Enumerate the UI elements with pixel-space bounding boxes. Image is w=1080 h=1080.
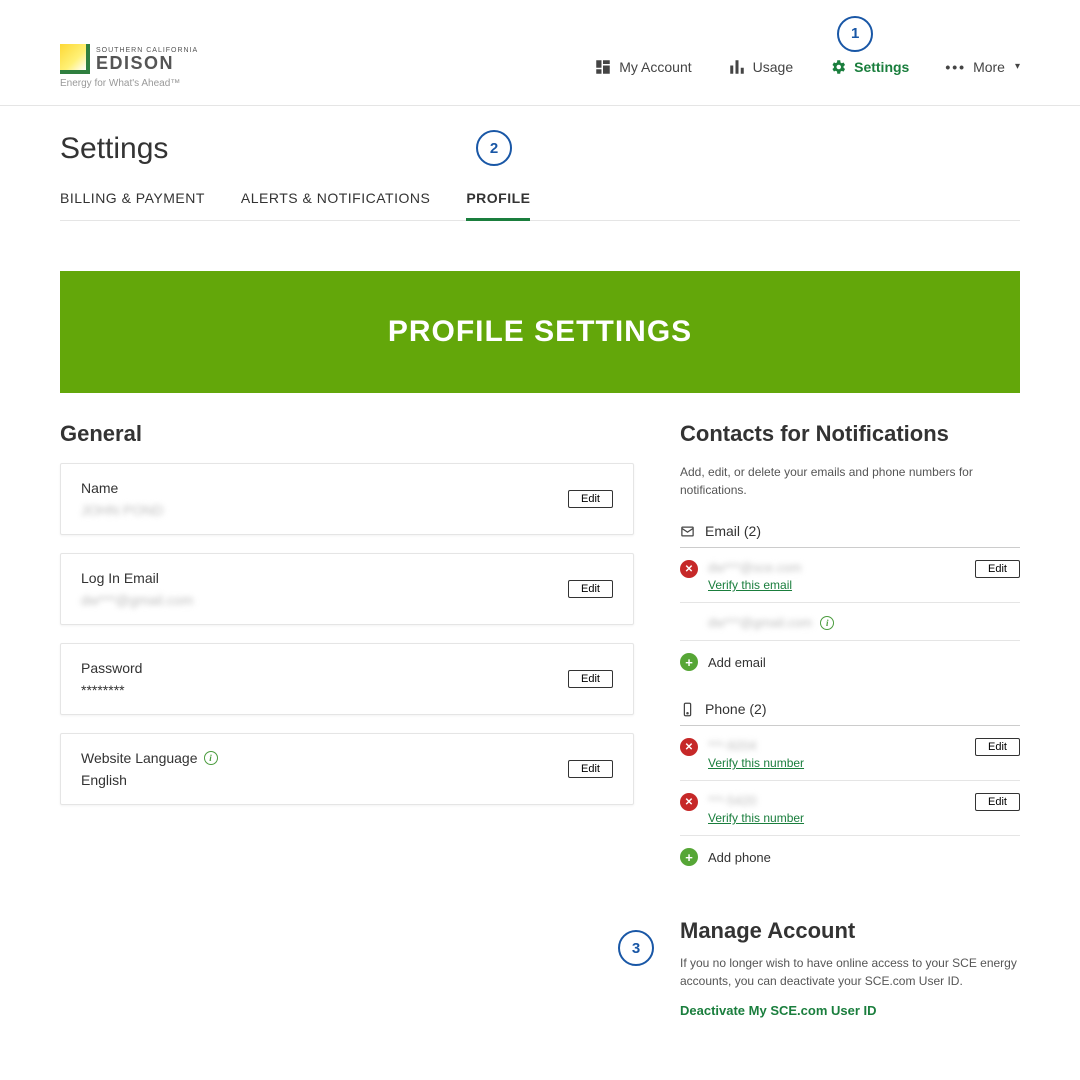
- add-phone-button[interactable]: + Add phone: [680, 836, 1020, 870]
- phone-2-value: ***-5420: [708, 793, 804, 808]
- general-section: General Name JOHN POND Edit Log In Email…: [60, 421, 634, 1020]
- manage-account-title: Manage Account: [680, 918, 1020, 944]
- logo-mark-icon: [60, 44, 90, 74]
- page-title: Settings: [60, 132, 1020, 166]
- email-header-text: Email (2): [705, 523, 761, 539]
- add-phone-label: Add phone: [708, 850, 771, 865]
- verify-email-1-link[interactable]: Verify this email: [708, 578, 801, 592]
- email-row-2: dw***@gmail.com i: [680, 603, 1020, 641]
- gear-icon: [829, 58, 847, 76]
- delete-phone-icon[interactable]: ✕: [680, 793, 698, 811]
- nav-settings[interactable]: Settings 1: [829, 58, 909, 76]
- verify-phone-1-link[interactable]: Verify this number: [708, 756, 804, 770]
- edit-login-email-button[interactable]: Edit: [568, 580, 613, 598]
- settings-tabs: BILLING & PAYMENT ALERTS & NOTIFICATIONS…: [60, 180, 1020, 221]
- language-value: English: [81, 772, 218, 788]
- tab-profile-label: PROFILE: [466, 190, 530, 206]
- nav-settings-label: Settings: [854, 59, 909, 75]
- nav-usage[interactable]: Usage: [728, 58, 793, 76]
- contacts-title: Contacts for Notifications: [680, 421, 1020, 447]
- add-email-button[interactable]: + Add email: [680, 641, 1020, 675]
- bar-chart-icon: [728, 58, 746, 76]
- name-value: JOHN POND: [81, 502, 163, 518]
- edit-language-button[interactable]: Edit: [568, 760, 613, 778]
- delete-email-icon[interactable]: ✕: [680, 560, 698, 578]
- phone-icon: [680, 702, 695, 717]
- general-name-card: Name JOHN POND Edit: [60, 463, 634, 535]
- general-language-card: Website Language i English Edit: [60, 733, 634, 805]
- nav-more[interactable]: ••• More ▾: [945, 59, 1020, 75]
- callout-badge-3: 3: [618, 930, 654, 966]
- email-group-header: Email (2): [680, 517, 1020, 548]
- chevron-down-icon: ▾: [1015, 61, 1020, 72]
- manage-account-section: 3 Manage Account If you no longer wish t…: [680, 918, 1020, 1020]
- logo-brand: EDISON: [96, 54, 198, 72]
- edit-phone-2-button[interactable]: Edit: [975, 793, 1020, 811]
- phone-group-header: Phone (2): [680, 695, 1020, 726]
- general-password-card: Password ******** Edit: [60, 643, 634, 715]
- profile-settings-banner: PROFILE SETTINGS: [60, 271, 1020, 393]
- name-label: Name: [81, 480, 163, 496]
- edit-phone-1-button[interactable]: Edit: [975, 738, 1020, 756]
- logo-tagline: Energy for What's Ahead™: [60, 78, 198, 89]
- primary-nav: My Account Usage Settings 1 ••• More ▾: [594, 58, 1020, 76]
- language-label: Website Language i: [81, 750, 218, 766]
- login-email-label: Log In Email: [81, 570, 193, 586]
- phone-1-value: ***-9204: [708, 738, 804, 753]
- email-2-value: dw***@gmail.com: [708, 615, 812, 630]
- delete-phone-icon[interactable]: ✕: [680, 738, 698, 756]
- logo[interactable]: SOUTHERN CALIFORNIA EDISON Energy for Wh…: [60, 44, 198, 89]
- envelope-icon: [680, 524, 695, 539]
- contacts-section: Contacts for Notifications Add, edit, or…: [680, 421, 1020, 1020]
- top-bar: SOUTHERN CALIFORNIA EDISON Energy for Wh…: [0, 20, 1080, 99]
- nav-my-account-label: My Account: [619, 59, 691, 75]
- email-1-value: dw***@sce.com: [708, 560, 801, 575]
- email-row-1: ✕ dw***@sce.com Verify this email Edit: [680, 548, 1020, 603]
- edit-email-1-button[interactable]: Edit: [975, 560, 1020, 578]
- phone-header-text: Phone (2): [705, 701, 766, 717]
- tab-profile[interactable]: PROFILE 2: [466, 180, 530, 220]
- contacts-description: Add, edit, or delete your emails and pho…: [680, 463, 1000, 499]
- nav-more-label: More: [973, 59, 1005, 75]
- edit-name-button[interactable]: Edit: [568, 490, 613, 508]
- tab-alerts-notifications[interactable]: ALERTS & NOTIFICATIONS: [241, 180, 430, 220]
- info-icon[interactable]: i: [204, 751, 218, 765]
- manage-account-description: If you no longer wish to have online acc…: [680, 954, 1020, 990]
- phone-row-2: ✕ ***-5420 Verify this number Edit: [680, 781, 1020, 836]
- add-email-label: Add email: [708, 655, 766, 670]
- verify-phone-2-link[interactable]: Verify this number: [708, 811, 804, 825]
- deactivate-user-id-link[interactable]: Deactivate My SCE.com User ID: [680, 1003, 877, 1018]
- phone-group: Phone (2) ✕ ***-9204 Verify this number …: [680, 695, 1020, 870]
- edit-password-button[interactable]: Edit: [568, 670, 613, 688]
- nav-my-account[interactable]: My Account: [594, 58, 691, 76]
- plus-icon: +: [680, 653, 698, 671]
- nav-usage-label: Usage: [753, 59, 793, 75]
- login-email-value: dw***@gmail.com: [81, 592, 193, 608]
- more-dots-icon: •••: [945, 59, 966, 75]
- plus-icon: +: [680, 848, 698, 866]
- tab-billing-payment[interactable]: BILLING & PAYMENT: [60, 180, 205, 220]
- phone-row-1: ✕ ***-9204 Verify this number Edit: [680, 726, 1020, 781]
- password-value: ********: [81, 682, 142, 698]
- password-label: Password: [81, 660, 142, 676]
- callout-badge-1: 1: [837, 16, 873, 52]
- general-title: General: [60, 421, 634, 447]
- general-login-email-card: Log In Email dw***@gmail.com Edit: [60, 553, 634, 625]
- email-group: Email (2) ✕ dw***@sce.com Verify this em…: [680, 517, 1020, 675]
- dashboard-icon: [594, 58, 612, 76]
- info-icon[interactable]: i: [820, 616, 834, 630]
